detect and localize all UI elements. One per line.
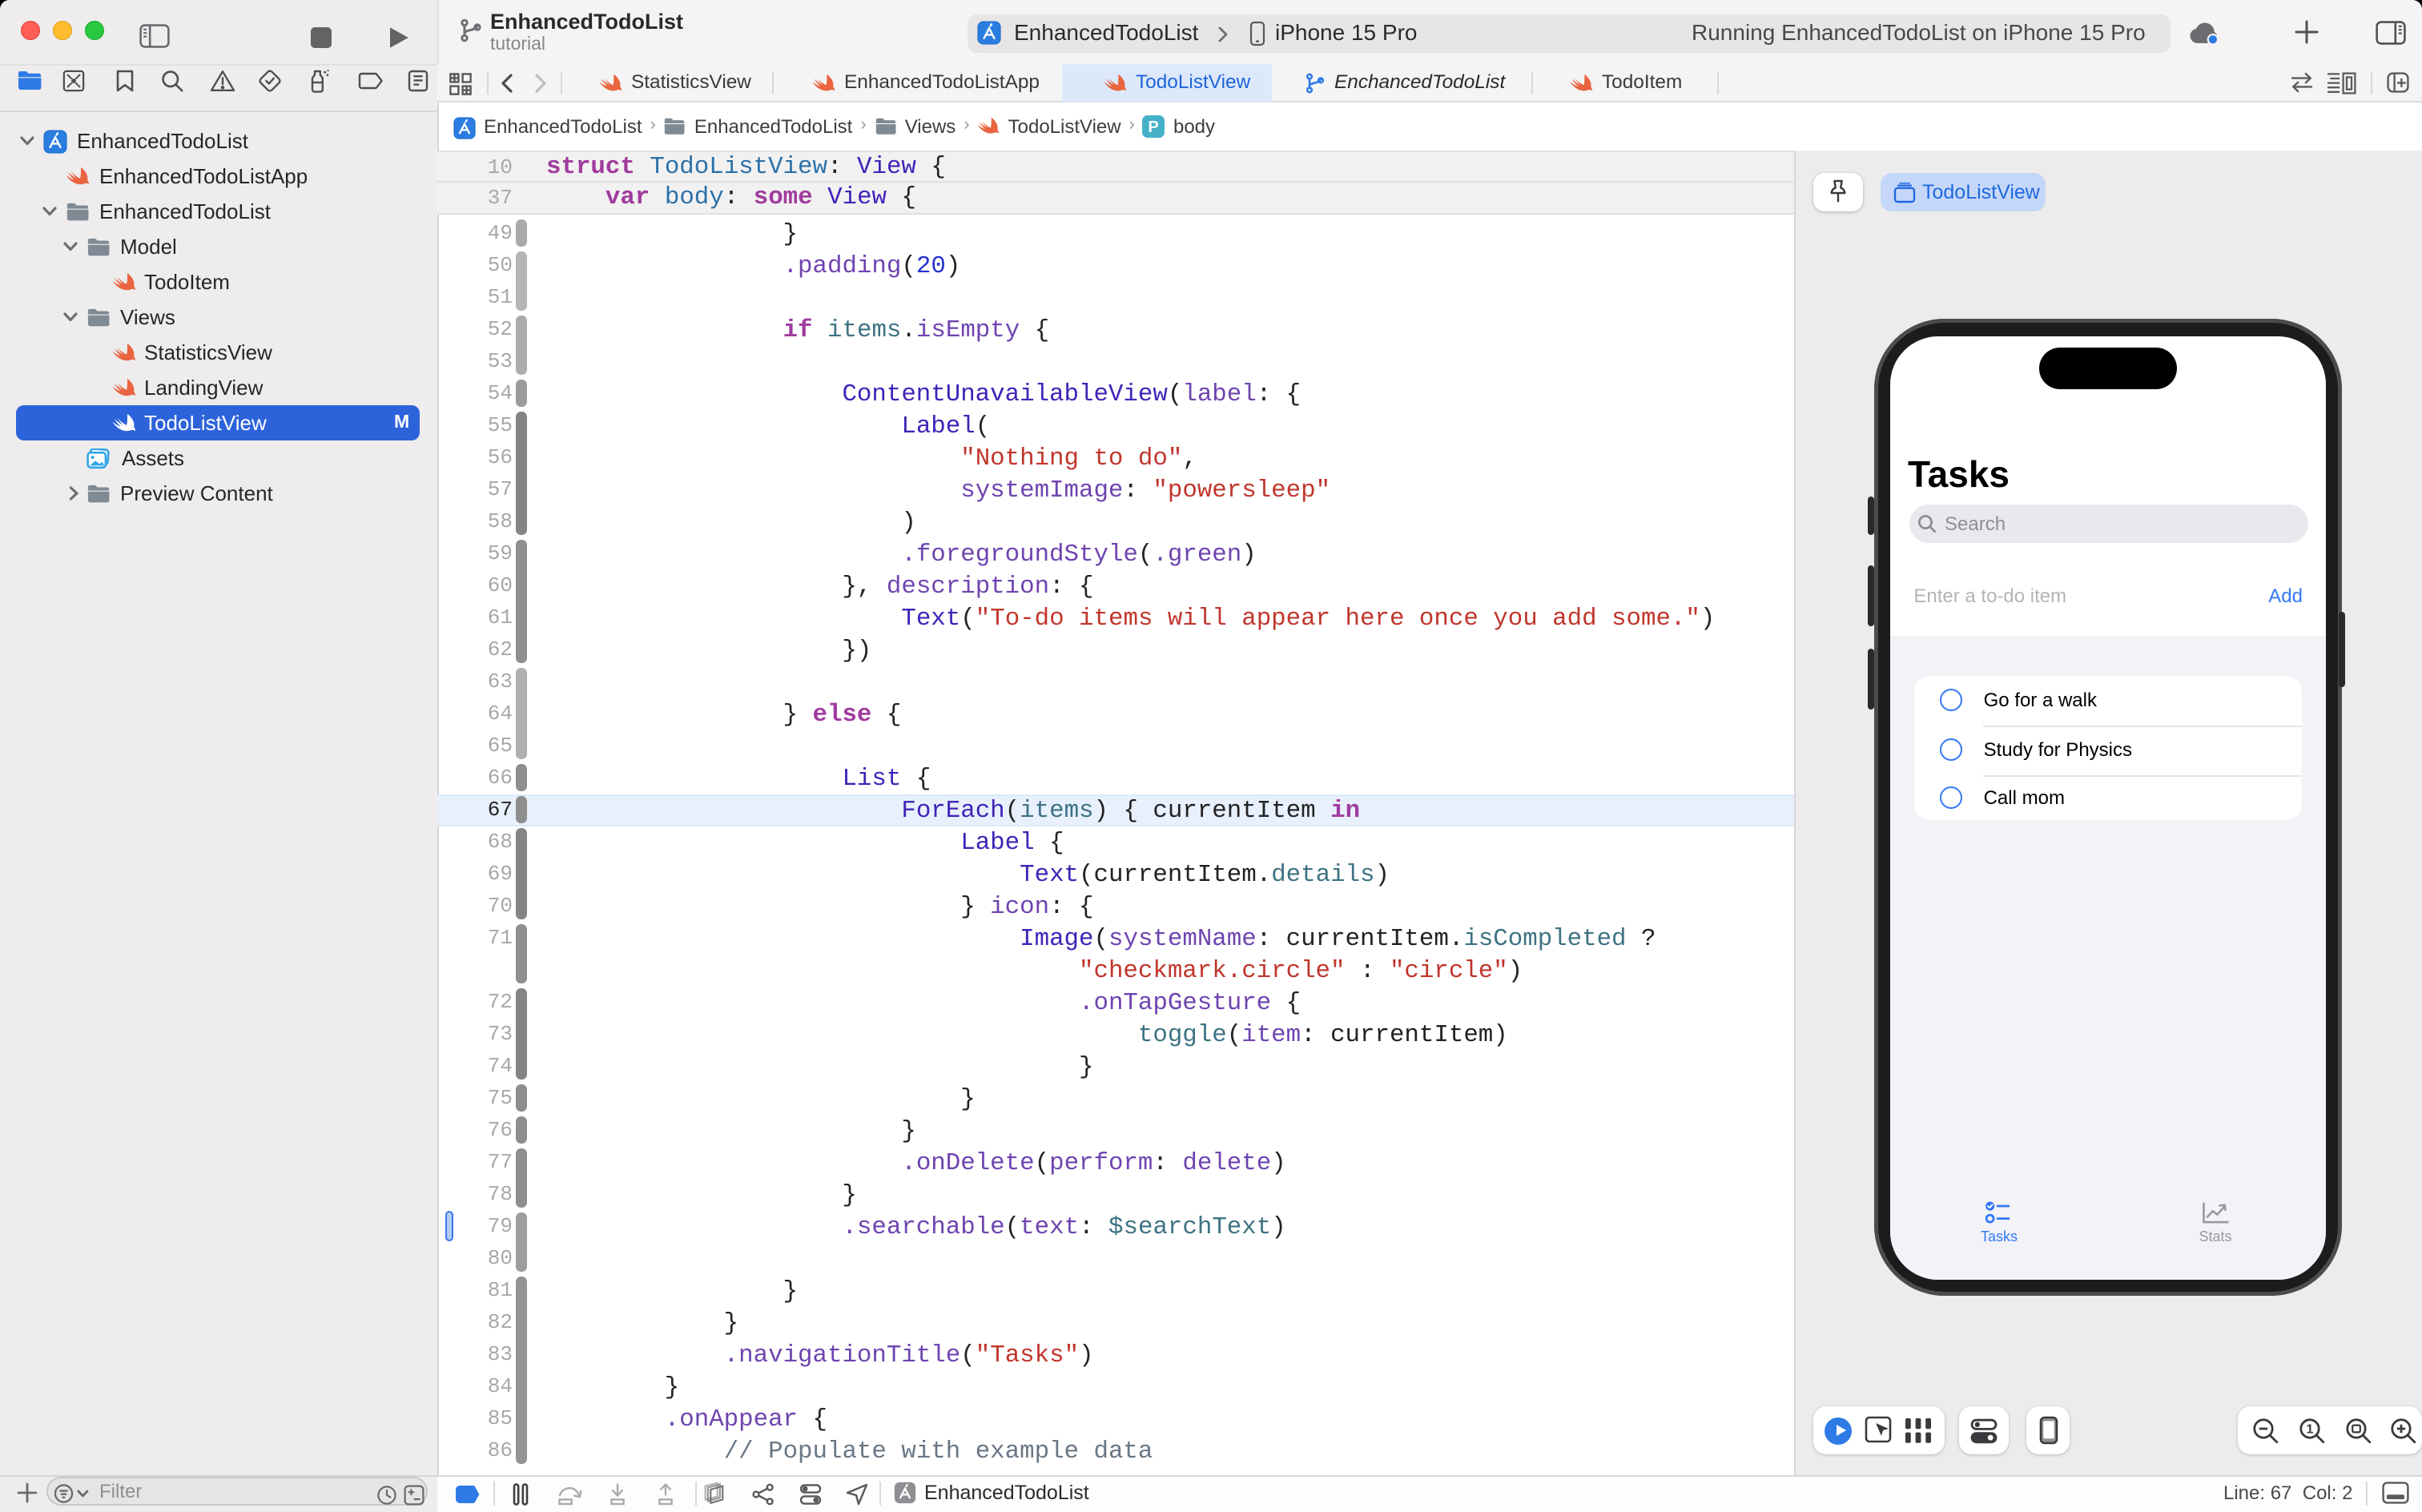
svg-text:1: 1: [2307, 1422, 2314, 1436]
svg-text:P: P: [1149, 119, 1159, 136]
